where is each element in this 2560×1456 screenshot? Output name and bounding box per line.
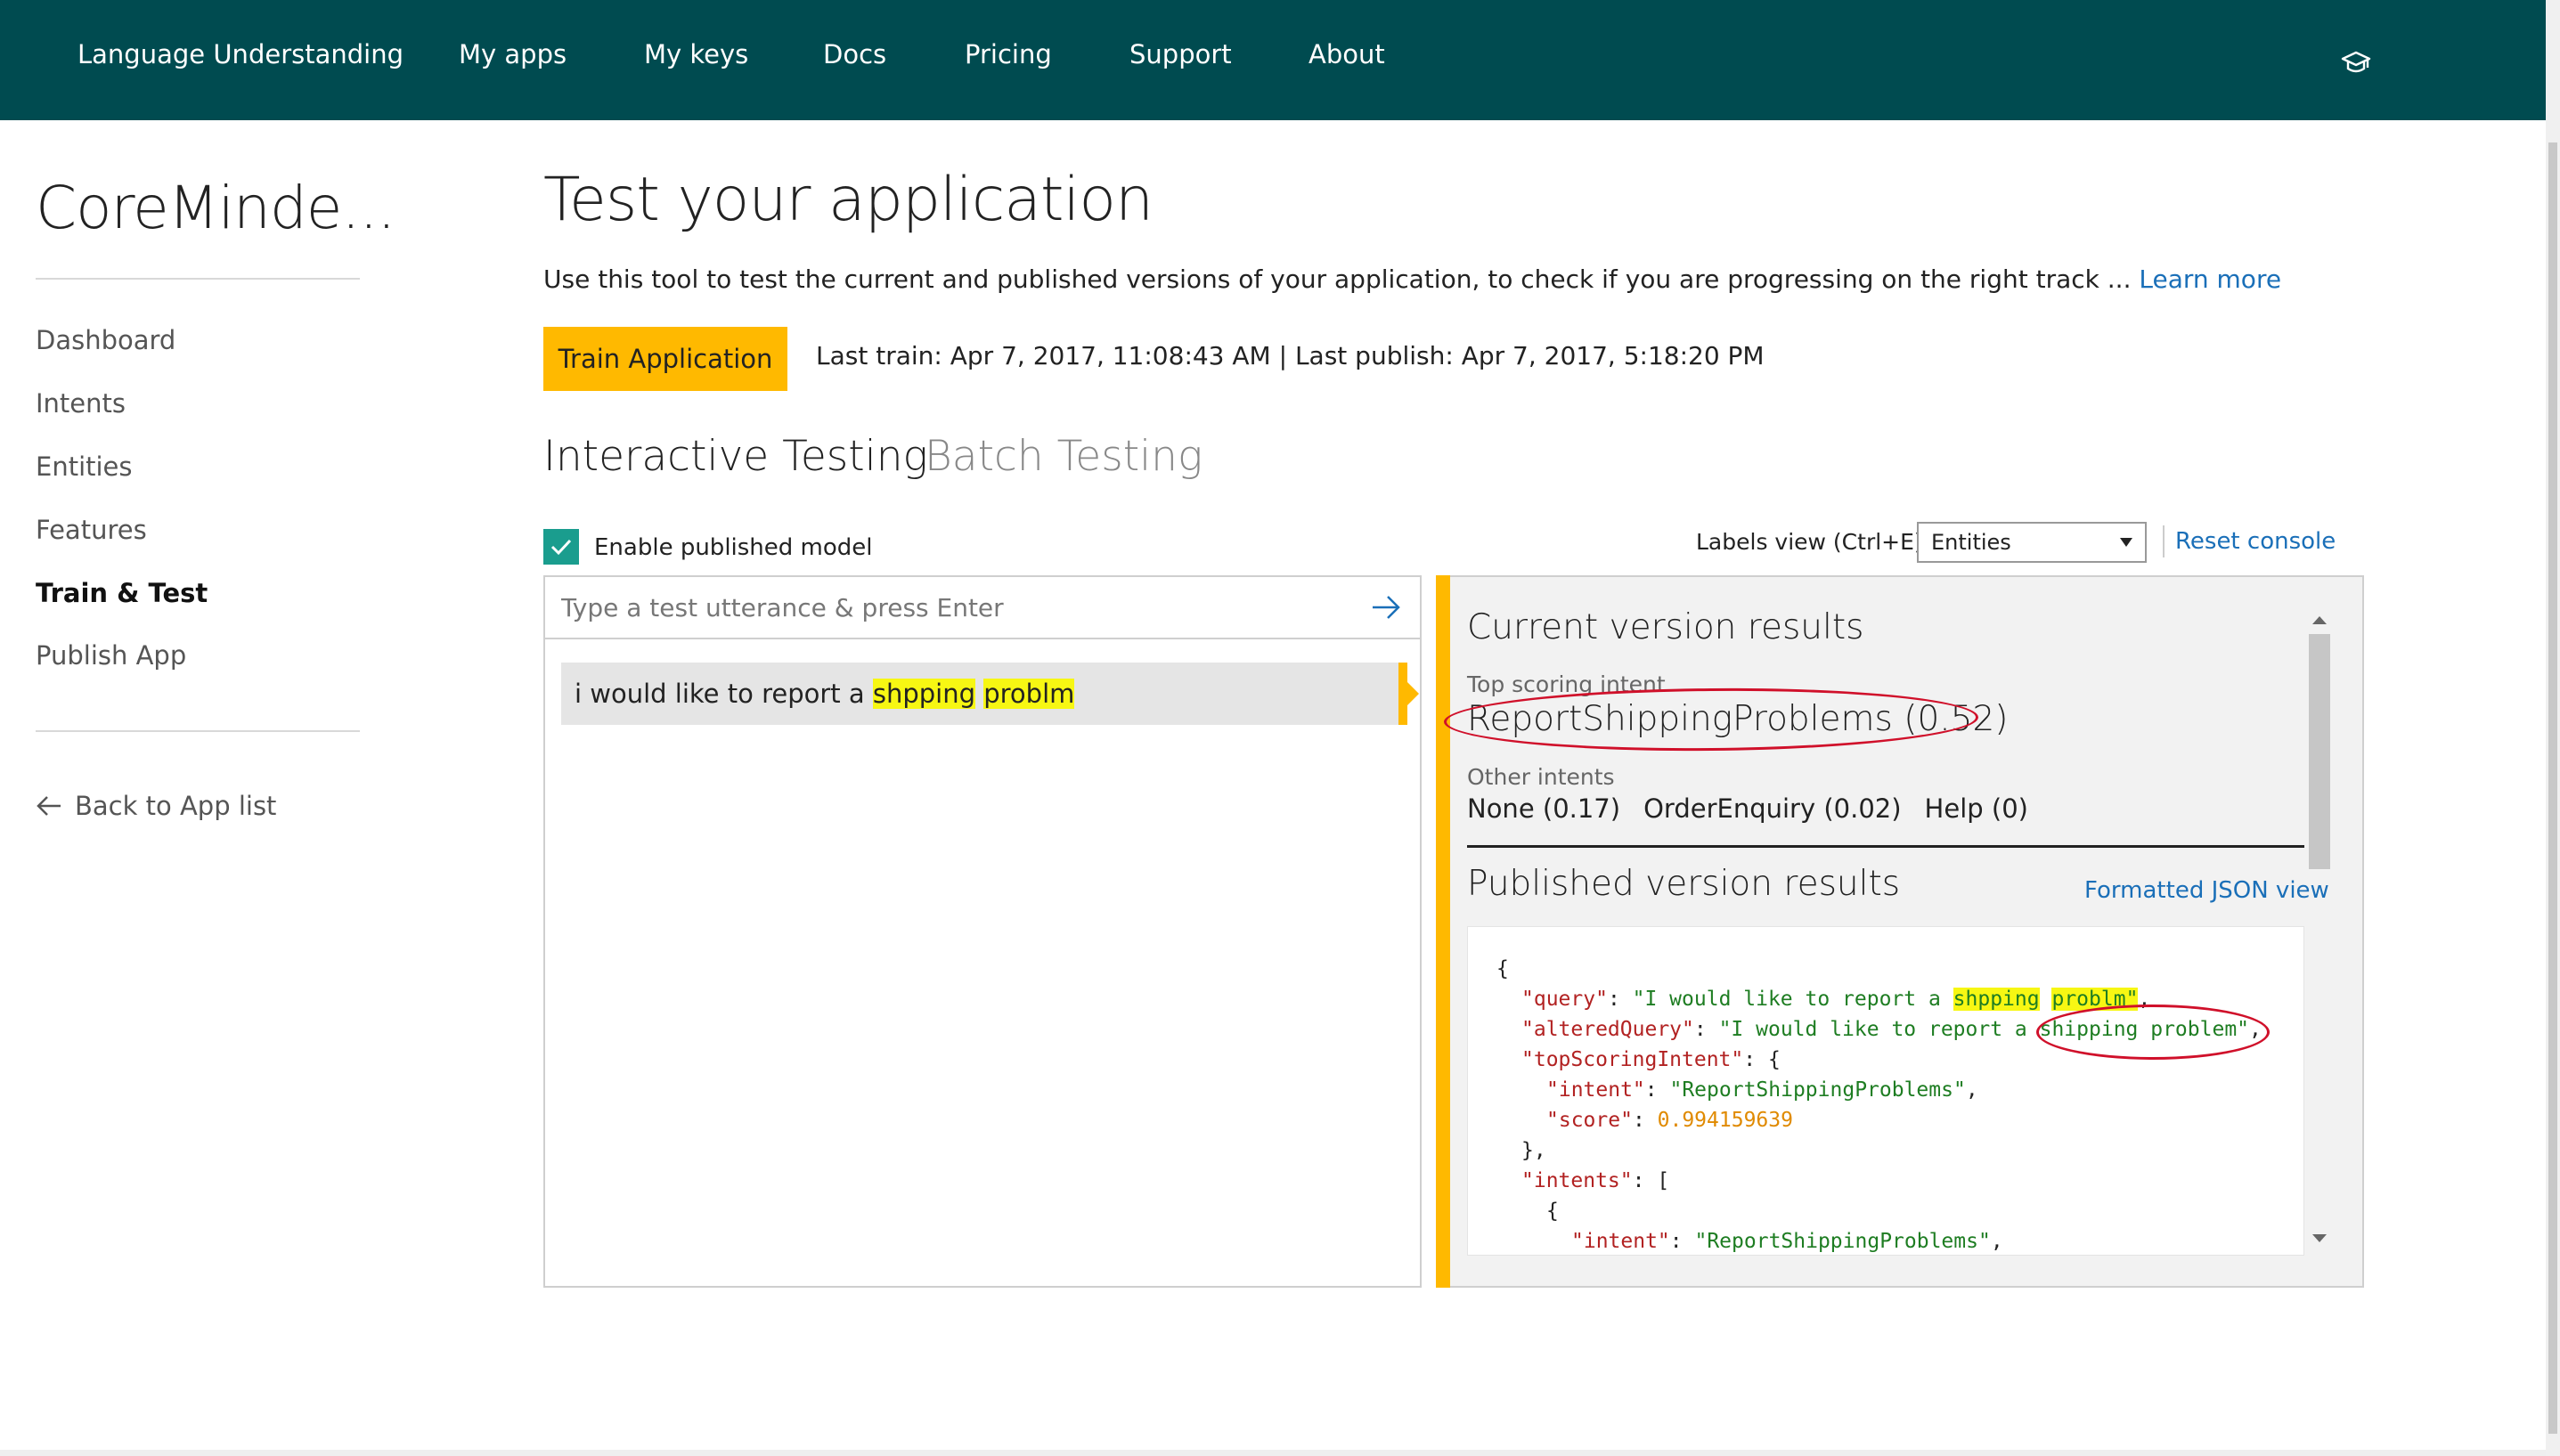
train-application-button[interactable]: Train Application (543, 327, 787, 391)
json-line: "score": 0.994159639 (1546, 1109, 1793, 1132)
json-line: "intent": "ReportShippingProblems", (1571, 1230, 2003, 1253)
json-line: "topScoringIntent": { (1521, 1048, 1781, 1071)
nav-language-understanding[interactable]: Language Understanding (77, 39, 404, 69)
json-highlight-word: shpping (1953, 988, 2040, 1011)
page-description: Use this tool to test the current and pu… (543, 264, 2281, 294)
json-line: "intent": "ReportShippingProblems", (1546, 1078, 1978, 1102)
page-bottom-band (0, 1450, 2546, 1456)
other-intent-item: Help (0) (1924, 793, 2028, 824)
json-line: { (1496, 957, 1509, 980)
page-description-text: Use this tool to test the current and pu… (543, 264, 2140, 294)
other-intents-label: Other intents (1467, 764, 1615, 790)
json-line: }, (1521, 1139, 1546, 1162)
other-intent-item: None (0.17) (1467, 793, 1621, 824)
nav-support[interactable]: Support (1129, 39, 1232, 69)
reset-console-link[interactable]: Reset console (2175, 528, 2336, 555)
labels-view-label: Labels view (Ctrl+E) (1696, 529, 1923, 555)
sidebar-item-train-test[interactable]: Train & Test (36, 578, 208, 608)
scroll-down-icon[interactable] (2312, 1234, 2327, 1242)
back-to-app-list-link[interactable]: Back to App list (36, 791, 276, 821)
dropdown-arrow-icon (2120, 538, 2132, 547)
nav-pricing[interactable]: Pricing (965, 39, 1052, 69)
json-line: "query": "I would like to report a shppi… (1521, 988, 2151, 1011)
sidebar-divider (36, 278, 360, 280)
json-highlight-word: problm (2051, 988, 2126, 1011)
nav-my-keys[interactable]: My keys (644, 39, 748, 69)
formatted-json-link[interactable]: Formatted JSON view (2084, 877, 2329, 904)
other-intent-item: OrderEnquiry (0.02) (1643, 793, 1902, 824)
nav-about[interactable]: About (1309, 39, 1385, 69)
json-line: "alteredQuery": "I would like to report … (1521, 1018, 2262, 1041)
arrow-right-icon[interactable] (1370, 591, 1402, 623)
scroll-up-icon[interactable] (2312, 616, 2327, 624)
page-title: Test your application (543, 165, 1154, 235)
json-line: "intents": [ (1521, 1169, 1670, 1192)
enable-published-label: Enable published model (594, 534, 873, 561)
sidebar-item-publish-app[interactable]: Publish App (36, 640, 186, 671)
selected-utterance-marker (1398, 663, 1407, 725)
enable-published-checkbox[interactable] (543, 529, 579, 565)
utterance-highlight-word: problm (983, 679, 1075, 709)
utterance-highlight-word: shpping (872, 679, 976, 709)
sidebar-item-intents[interactable]: Intents (36, 388, 126, 419)
learn-more-link[interactable]: Learn more (2139, 264, 2281, 294)
back-to-app-list-label: Back to App list (75, 791, 277, 821)
sidebar-divider (36, 730, 360, 732)
top-scoring-intent: ReportShippingProblems (0.52) (1467, 699, 2009, 739)
json-line: { (1546, 1200, 1559, 1223)
graduation-cap-icon[interactable] (2341, 50, 2371, 77)
results-divider (1467, 845, 2304, 848)
page-scrollbar-thumb[interactable] (2548, 142, 2557, 1434)
tab-batch-testing[interactable]: Batch Testing (925, 432, 1203, 481)
utterance-input[interactable] (545, 577, 1420, 639)
arrow-left-icon (37, 796, 61, 816)
sidebar-item-entities[interactable]: Entities (36, 451, 133, 482)
top-scoring-label: Top scoring intent (1467, 671, 1666, 697)
nav-docs[interactable]: Docs (823, 39, 886, 69)
other-intents-list: None (0.17) OrderEnquiry (0.02) Help (0) (1467, 793, 2028, 824)
altered-query-value: shipping problem (2039, 1018, 2238, 1041)
utterance-prefix: i would like to report a (575, 679, 873, 709)
published-results-title: Published version results (1467, 864, 1901, 904)
json-output: { "query": "I would like to report a shp… (1467, 926, 2304, 1256)
checkmark-icon (550, 539, 572, 556)
tab-interactive-testing[interactable]: Interactive Testing (543, 432, 928, 481)
sidebar-item-features[interactable]: Features (36, 515, 147, 545)
controls-separator (2163, 525, 2165, 557)
current-results-title: Current version results (1467, 607, 1864, 647)
labels-view-select[interactable]: Entities (1917, 522, 2147, 563)
sidebar-item-dashboard[interactable]: Dashboard (36, 325, 175, 355)
nav-my-apps[interactable]: My apps (459, 39, 567, 69)
selected-utterance-pointer (1407, 682, 1419, 705)
labels-view-value: Entities (1931, 530, 2011, 555)
results-scrollbar-thumb[interactable] (2309, 634, 2330, 869)
train-publish-status: Last train: Apr 7, 2017, 11:08:43 AM | L… (816, 341, 1765, 370)
app-name: CoreMinde... (36, 174, 395, 242)
results-pane-accent (1436, 575, 1450, 1288)
utterance-text: i would like to report a shpping problm (575, 679, 1075, 709)
